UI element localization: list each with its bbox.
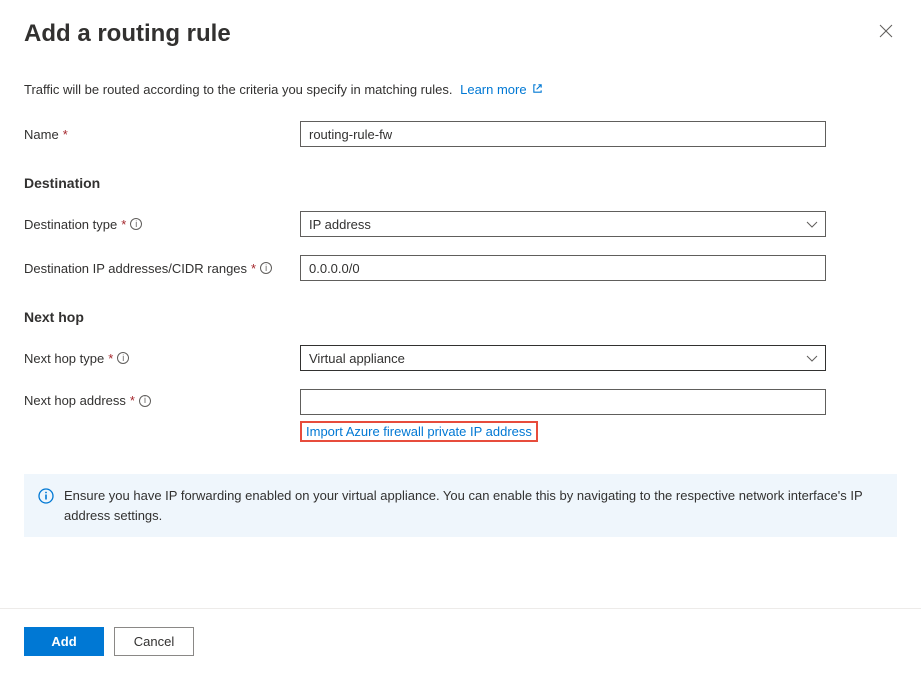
required-indicator: * (63, 127, 68, 142)
panel-header: Add a routing rule (24, 20, 897, 48)
info-icon[interactable]: i (117, 352, 129, 364)
info-icon[interactable]: i (260, 262, 272, 274)
intro-text: Traffic will be routed according to the … (24, 82, 897, 97)
destination-heading: Destination (24, 175, 897, 191)
next-hop-heading: Next hop (24, 309, 897, 325)
info-icon[interactable]: i (130, 218, 142, 230)
next-hop-type-row: Next hop type * i Virtual appliance (24, 345, 897, 371)
external-link-icon (532, 82, 543, 97)
add-routing-rule-panel: Add a routing rule Traffic will be route… (0, 0, 921, 676)
required-indicator: * (130, 393, 135, 408)
cancel-button[interactable]: Cancel (114, 627, 194, 656)
close-icon (879, 25, 893, 42)
panel-footer: Add Cancel (0, 608, 921, 656)
next-hop-type-select[interactable]: Virtual appliance (300, 345, 826, 371)
add-button[interactable]: Add (24, 627, 104, 656)
import-firewall-ip-link[interactable]: Import Azure firewall private IP address (300, 421, 538, 442)
destination-ip-label: Destination IP addresses/CIDR ranges * i (24, 261, 300, 276)
required-indicator: * (251, 261, 256, 276)
next-hop-address-label: Next hop address * i (24, 389, 300, 408)
destination-type-label: Destination type * i (24, 217, 300, 232)
required-indicator: * (121, 217, 126, 232)
next-hop-type-label: Next hop type * i (24, 351, 300, 366)
info-callout-icon (38, 488, 54, 507)
callout-text: Ensure you have IP forwarding enabled on… (64, 486, 883, 525)
required-indicator: * (108, 351, 113, 366)
destination-ip-input[interactable] (300, 255, 826, 281)
panel-title: Add a routing rule (24, 20, 231, 48)
destination-ip-row: Destination IP addresses/CIDR ranges * i (24, 255, 897, 281)
info-callout: Ensure you have IP forwarding enabled on… (24, 474, 897, 537)
destination-type-select[interactable]: IP address (300, 211, 826, 237)
destination-type-row: Destination type * i IP address (24, 211, 897, 237)
info-icon[interactable]: i (139, 395, 151, 407)
name-label: Name * (24, 127, 300, 142)
close-button[interactable] (875, 20, 897, 46)
next-hop-address-row: Next hop address * i Import Azure firewa… (24, 389, 897, 442)
name-input[interactable] (300, 121, 826, 147)
learn-more-link[interactable]: Learn more (460, 82, 543, 97)
next-hop-address-input[interactable] (300, 389, 826, 415)
name-row: Name * (24, 121, 897, 147)
